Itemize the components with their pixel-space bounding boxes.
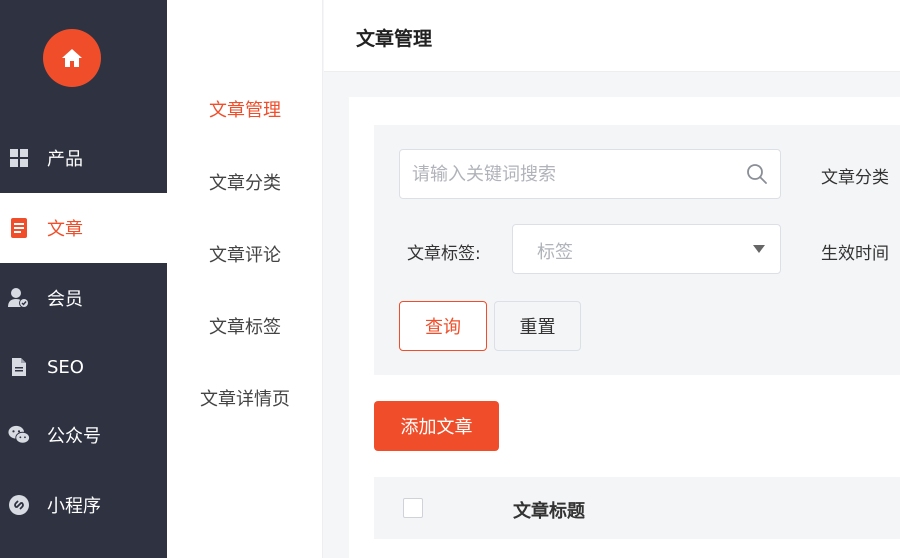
table-header: 文章标题 [374, 477, 900, 539]
caret-down-icon [753, 245, 765, 253]
tag-select-placeholder: 标签 [537, 242, 573, 263]
main-sidebar: 产品 文章 会员 SEO 公众号 小程序 [0, 0, 167, 558]
file-icon [8, 356, 30, 378]
search-icon[interactable] [746, 163, 768, 185]
filter-panel: 文章分类 文章标签: 标签 生效时间 查询 重置 [374, 125, 900, 375]
main-content: 文章分类 文章标签: 标签 生效时间 查询 重置 添加文章 文章标题 [349, 97, 900, 558]
home-logo[interactable] [43, 29, 101, 87]
nav-item-mini-program[interactable]: 小程序 [0, 470, 167, 540]
nav-item-products[interactable]: 产品 [0, 123, 167, 193]
nav-item-label: 产品 [47, 149, 83, 170]
nav-item-seo[interactable]: SEO [0, 332, 167, 402]
query-button[interactable]: 查询 [399, 301, 487, 351]
search-box [399, 149, 781, 199]
nav-item-label: 公众号 [47, 426, 101, 447]
nav-item-label: 文章 [47, 219, 83, 240]
article-submenu: 文章管理 文章分类 文章评论 文章标签 文章详情页 [167, 0, 323, 558]
tag-select[interactable]: 标签 [512, 224, 781, 274]
nav-item-members[interactable]: 会员 [0, 263, 167, 333]
tag-label: 文章标签: [407, 244, 481, 264]
mini-program-icon [8, 494, 30, 516]
submenu-item-article-comments[interactable]: 文章评论 [167, 241, 323, 267]
search-input[interactable] [400, 150, 740, 198]
wechat-icon [8, 424, 30, 446]
document-icon [8, 217, 30, 239]
select-all-checkbox[interactable] [403, 498, 423, 518]
category-label: 文章分类 [821, 168, 889, 188]
add-article-button[interactable]: 添加文章 [374, 401, 499, 451]
submenu-item-article-detail-page[interactable]: 文章详情页 [167, 385, 323, 411]
nav-item-official-account[interactable]: 公众号 [0, 400, 167, 470]
submenu-item-article-tags[interactable]: 文章标签 [167, 313, 323, 339]
reset-button[interactable]: 重置 [494, 301, 581, 351]
page-title: 文章管理 [356, 28, 433, 50]
effective-time-label: 生效时间 [821, 244, 889, 264]
submenu-item-article-category[interactable]: 文章分类 [167, 169, 323, 195]
home-icon [62, 49, 82, 67]
nav-item-label: 会员 [47, 289, 83, 310]
member-icon [8, 287, 30, 309]
page-header: 文章管理 [324, 0, 900, 72]
submenu-item-article-management[interactable]: 文章管理 [167, 96, 323, 122]
nav-item-articles[interactable]: 文章 [0, 193, 167, 263]
nav-item-label: 小程序 [47, 496, 101, 517]
grid-icon [8, 147, 30, 169]
nav-item-label: SEO [47, 356, 84, 378]
column-header-article-title: 文章标题 [513, 501, 585, 522]
